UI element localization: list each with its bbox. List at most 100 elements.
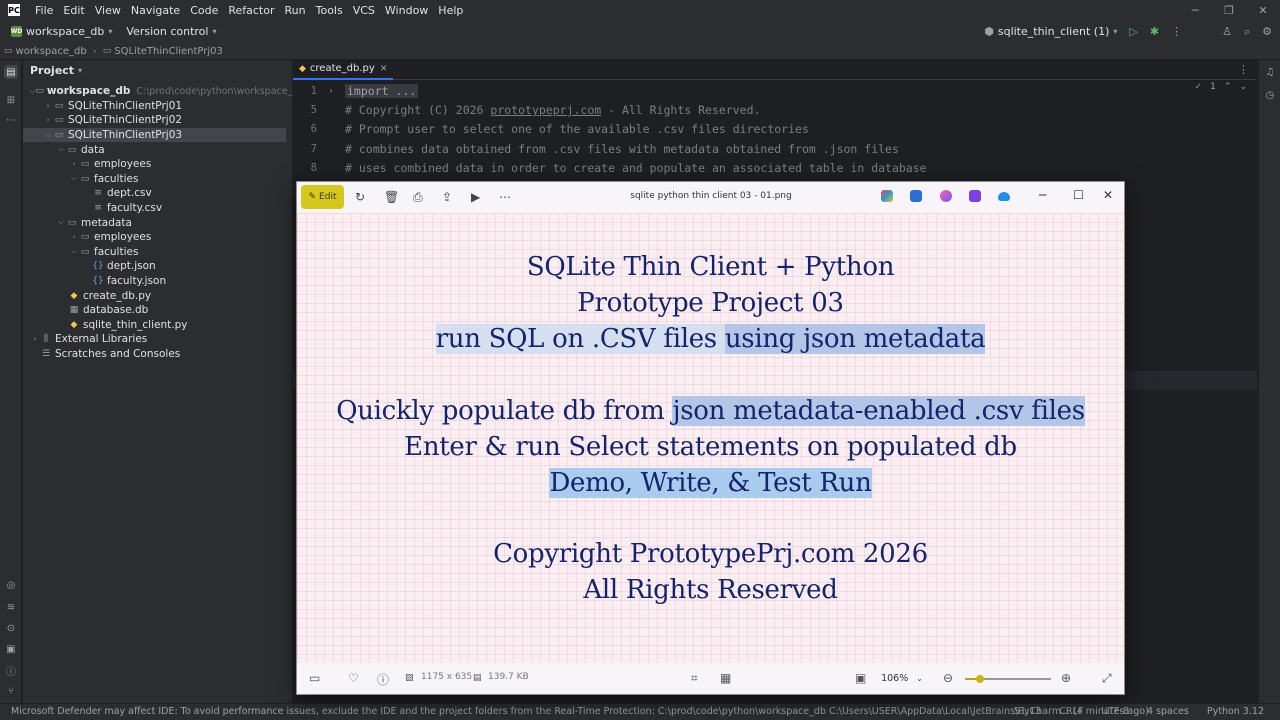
tree-node[interactable]: ⌵ ▭ data — [23, 142, 292, 157]
comment-link[interactable]: prototypeprj.com — [490, 103, 601, 117]
expanded-arrow-icon[interactable]: ⌵ — [56, 218, 66, 227]
zoom-out-icon[interactable]: ⊖ — [943, 671, 953, 685]
fit-screen-icon[interactable]: ▣ — [855, 671, 866, 685]
fold-arrow-icon[interactable]: › — [317, 86, 345, 95]
collapsed-arrow-icon[interactable]: › — [69, 233, 79, 241]
python-packages-icon[interactable]: ◎ — [4, 578, 18, 592]
minimize-icon[interactable]: ─ — [1039, 188, 1046, 202]
zoom-slider-thumb[interactable] — [976, 675, 985, 683]
tree-node-file[interactable]: ≡ dept.csv — [23, 186, 292, 201]
tree-node[interactable]: › ▭ employees — [23, 157, 292, 172]
more-tools-icon[interactable]: ⋯ — [4, 113, 18, 127]
structure-icon[interactable]: ⊞ — [4, 93, 18, 107]
menu-code[interactable]: Code — [185, 4, 223, 17]
designer-icon[interactable] — [910, 190, 922, 202]
file-encoding[interactable]: UTF-8 — [1101, 706, 1129, 717]
edit-button[interactable]: ✎ Edit — [301, 185, 344, 209]
tree-node-root[interactable]: ⌵ ▭ workspace_db C:\prod\code\python\wor… — [23, 84, 304, 99]
filmstrip-icon[interactable]: ▭ — [309, 671, 320, 685]
line-separator[interactable]: CRLF — [1059, 706, 1083, 717]
close-icon[interactable]: ✕ — [380, 64, 388, 74]
minimize-icon[interactable]: ─ — [1178, 0, 1212, 20]
expanded-arrow-icon[interactable]: ⌵ — [69, 247, 79, 256]
caret-position[interactable]: 51:13 — [1014, 706, 1041, 717]
project-panel-header[interactable]: Project ▾ — [23, 60, 292, 80]
run-config-selector[interactable]: sqlite_thin_client (1) — [998, 25, 1110, 38]
fullscreen-icon[interactable]: ⤢ — [1102, 671, 1112, 686]
more-icon[interactable]: ⋮ — [1238, 63, 1249, 76]
account-icon[interactable]: ♙ — [1222, 25, 1232, 38]
clipchamp-icon[interactable] — [969, 190, 981, 202]
close-icon[interactable]: ✕ — [1103, 188, 1113, 202]
menu-vcs[interactable]: VCS — [348, 4, 380, 17]
menu-navigate[interactable]: Navigate — [126, 4, 185, 17]
tree-node-file[interactable]: ◆ create_db.py — [23, 288, 292, 303]
menu-refactor[interactable]: Refactor — [223, 4, 279, 17]
services-icon[interactable]: ⊙ — [4, 621, 18, 635]
tree-node-file[interactable]: ≡ faculty.csv — [23, 201, 292, 216]
git-icon[interactable]: ⑂ — [4, 684, 18, 698]
menu-tools[interactable]: Tools — [311, 4, 348, 17]
vcs-selector[interactable]: Version control — [126, 25, 208, 38]
tree-node[interactable]: ⌵ ▭ faculties — [23, 245, 292, 260]
tree-node-file[interactable]: ▦ database.db — [23, 303, 292, 318]
run-icon[interactable]: ▷ — [1129, 25, 1137, 38]
problems-icon[interactable]: ⓘ — [4, 663, 18, 678]
zoom-dropdown[interactable]: 106% ⌄ — [875, 668, 929, 688]
notifications-icon[interactable]: ♫ — [1263, 65, 1277, 79]
restore-icon[interactable]: ❐ — [1212, 0, 1246, 20]
project-selector[interactable]: workspace_db — [26, 25, 104, 38]
tree-node[interactable]: ⌵ ▭ metadata — [23, 215, 292, 230]
indent-setting[interactable]: 4 spaces — [1147, 706, 1189, 717]
maximize-icon[interactable]: ☐ — [1073, 188, 1084, 202]
ai-assistant-icon[interactable]: ◷ — [1263, 88, 1277, 102]
more-icon[interactable]: ⋯ — [499, 190, 511, 204]
menu-help[interactable]: Help — [433, 4, 468, 17]
status-message[interactable]: Microsoft Defender may affect IDE: To av… — [11, 706, 1149, 717]
tab-create-db[interactable]: ◆ create_db.py ✕ — [293, 60, 394, 80]
tree-node-file[interactable]: {} dept.json — [23, 259, 292, 274]
zoom-in-icon[interactable]: ⊕ — [1061, 671, 1071, 685]
tree-node-file[interactable]: {} faculty.json — [23, 274, 292, 289]
copilot-icon[interactable] — [881, 190, 893, 202]
more-icon[interactable]: ⋮ — [1171, 25, 1182, 38]
menu-view[interactable]: View — [90, 4, 126, 17]
collapsed-arrow-icon[interactable]: › — [69, 160, 79, 168]
close-icon[interactable]: ✕ — [1246, 0, 1280, 20]
text-scan-icon[interactable]: ▦ — [720, 671, 731, 685]
expanded-arrow-icon[interactable]: ⌵ — [69, 174, 79, 183]
code-area[interactable]: 1 › import ... 5 # Copyright (C) 2026 pr… — [293, 81, 1257, 178]
settings-icon[interactable]: ⚙ — [1262, 25, 1272, 38]
paint-icon[interactable] — [940, 190, 952, 202]
info-icon[interactable]: ⓘ — [377, 671, 389, 688]
tree-node[interactable]: › ▭ employees — [23, 230, 292, 245]
project-tool-icon[interactable]: ▤ — [4, 65, 18, 79]
expanded-arrow-icon[interactable]: ⌵ — [43, 131, 53, 140]
menu-window[interactable]: Window — [380, 4, 433, 17]
menu-file[interactable]: File — [30, 4, 58, 17]
share-icon[interactable]: ⇪ — [442, 190, 452, 204]
tree-node[interactable]: ⌵ ▭ faculties — [23, 172, 292, 187]
breadcrumb-item[interactable]: SQLiteThinClientPrj03 — [114, 46, 223, 57]
zoom-slider[interactable] — [965, 675, 1051, 683]
collapsed-arrow-icon[interactable]: › — [30, 335, 40, 343]
menu-edit[interactable]: Edit — [58, 4, 89, 17]
breadcrumb-item[interactable]: workspace_db — [16, 46, 87, 57]
print-icon[interactable]: ⎙ — [413, 190, 423, 205]
collapsed-arrow-icon[interactable]: › — [43, 102, 53, 110]
debug-icon[interactable]: ✱ — [1150, 25, 1159, 38]
favorite-icon[interactable]: ♡ — [348, 671, 359, 685]
image-canvas[interactable]: SQLite Thin Client + Python Prototype Pr… — [297, 213, 1124, 663]
layers-icon[interactable]: ≋ — [4, 600, 18, 614]
terminal-icon[interactable]: ▣ — [4, 642, 18, 656]
interpreter[interactable]: Python 3.12 — [1207, 706, 1264, 717]
search-icon[interactable]: ⌕ — [1244, 25, 1250, 39]
rotate-icon[interactable]: ↻ — [355, 190, 365, 204]
visual-search-icon[interactable]: ⌗ — [691, 671, 698, 686]
tree-node[interactable]: › ⫼ External Libraries — [23, 332, 292, 347]
expanded-arrow-icon[interactable]: ⌵ — [56, 145, 66, 154]
delete-icon[interactable]: 🗑 — [384, 190, 399, 204]
collapsed-arrow-icon[interactable]: › — [43, 116, 53, 124]
tree-node-selected[interactable]: ⌵ ▭ SQLiteThinClientPrj03 — [23, 127, 286, 143]
tree-node[interactable]: › ▭ SQLiteThinClientPrj02 — [23, 113, 292, 128]
